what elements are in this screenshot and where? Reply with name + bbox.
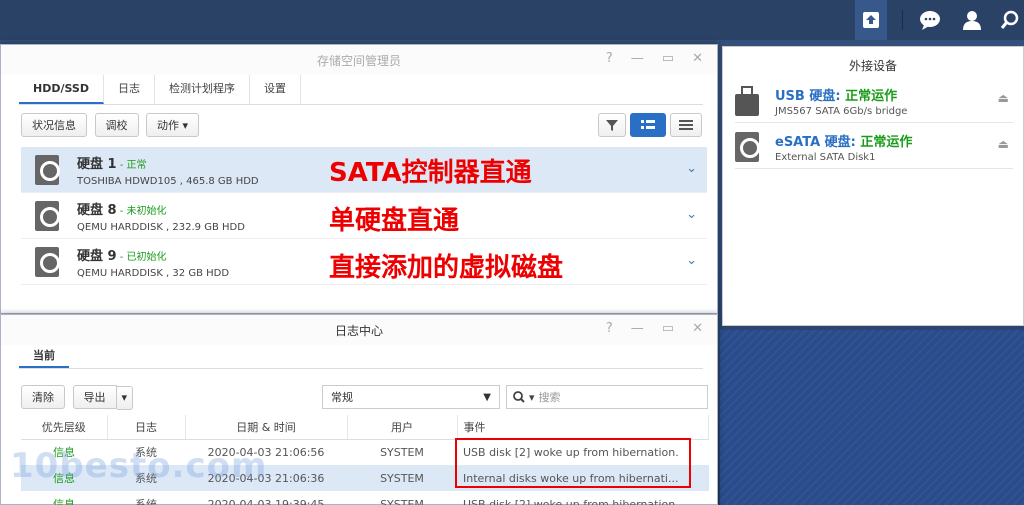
window-title-bar: 日志中心 ? — ▭ ✕ (1, 315, 717, 345)
panel-title: 外接设备 (848, 59, 897, 73)
close-icon[interactable]: ✕ (692, 51, 703, 66)
column-header[interactable]: 日期 & 时间 (185, 415, 348, 440)
external-device-row[interactable]: eSATA 硬盘: 正常运作 External SATA Disk1 ⏏ (735, 125, 1013, 169)
help-icon[interactable]: ? (606, 321, 613, 336)
hdd-icon (735, 131, 760, 162)
watermark: 10besto.com (10, 446, 268, 486)
tab-log[interactable]: 日志 (104, 74, 155, 104)
tab-hdd-ssd[interactable]: HDD/SSD (19, 74, 104, 104)
search-input[interactable]: ▾ 搜索 (506, 385, 708, 409)
clear-button[interactable]: 清除 (21, 385, 65, 409)
chevron-down-icon[interactable]: ⌄ (686, 161, 697, 176)
annotation-virtual-disk: 直接添加的虚拟磁盘 (329, 253, 564, 283)
eject-icon[interactable]: ⏏ (998, 137, 1009, 151)
column-header[interactable]: 日志 (107, 415, 186, 440)
action-button[interactable]: 动作 ▾ (146, 113, 200, 137)
export-dropdown-icon[interactable]: ▾ (116, 385, 134, 410)
column-header[interactable]: 事件 (457, 415, 709, 440)
eject-icon[interactable]: ⏏ (998, 91, 1009, 105)
tab-schedule[interactable]: 检测计划程序 (155, 74, 250, 104)
hdd-icon (35, 154, 60, 185)
detail-view-icon[interactable] (670, 113, 702, 137)
external-device-row[interactable]: USB 硬盘: 正常运作 JMS567 SATA 6Gb/s bridge ⏏ (735, 79, 1013, 123)
tab-settings[interactable]: 设置 (250, 74, 301, 104)
annotation-single-disk: 单硬盘直通 (329, 206, 460, 236)
external-devices-panel: 外接设备 USB 硬盘: 正常运作 JMS567 SATA 6Gb/s brid… (722, 46, 1024, 326)
maximize-icon[interactable]: ▭ (662, 51, 674, 66)
column-header[interactable]: 用户 (347, 415, 458, 440)
upload-icon[interactable] (859, 8, 883, 32)
annotation-sata-passthrough: SATA控制器直通 (329, 158, 532, 188)
view-toolbar (598, 113, 702, 137)
log-tabs: 当前 (19, 345, 703, 369)
hdd-icon (35, 246, 60, 277)
user-icon[interactable] (960, 8, 984, 32)
status-info-button[interactable]: 状况信息 (21, 113, 87, 137)
dropdown-arrow-icon: ▼ (483, 391, 491, 403)
filter-icon[interactable] (598, 113, 626, 137)
desktop-background (720, 330, 1024, 505)
log-filter-select[interactable]: 常规 ▼ (322, 385, 500, 409)
export-button[interactable]: 导出 (72, 385, 117, 409)
close-icon[interactable]: ✕ (692, 321, 703, 336)
taskbar (0, 0, 1024, 40)
tab-current[interactable]: 当前 (19, 344, 69, 368)
minimize-icon[interactable]: — (631, 51, 644, 66)
window-title: 日志中心 (334, 323, 383, 338)
storage-tabs: HDD/SSD 日志 检测计划程序 设置 (19, 74, 703, 105)
help-icon[interactable]: ? (606, 51, 613, 66)
search-icon (513, 391, 525, 403)
window-title-bar: 存储空间管理员 ? — ▭ ✕ (1, 45, 717, 75)
chat-icon[interactable] (918, 8, 942, 32)
maximize-icon[interactable]: ▭ (662, 321, 674, 336)
chevron-down-icon[interactable]: ⌄ (686, 253, 697, 268)
table-row[interactable]: 信息 系统 2020-04-03 19:39:45 SYSTEM USB dis… (21, 491, 709, 505)
hdd-icon (35, 200, 60, 231)
list-view-icon[interactable] (630, 113, 666, 137)
log-toolbar: 清除 导出 ▾ (21, 385, 134, 410)
storage-manager-window: 存储空间管理员 ? — ▭ ✕ HDD/SSD 日志 检测计划程序 设置 状况信… (0, 44, 718, 314)
storage-toolbar: 状况信息 调校 动作 ▾ (21, 113, 200, 137)
chevron-down-icon[interactable]: ⌄ (686, 207, 697, 222)
column-header[interactable]: 优先层级 (21, 415, 108, 440)
usb-drive-icon (735, 85, 759, 116)
minimize-icon[interactable]: — (631, 321, 644, 336)
window-title: 存储空间管理员 (316, 53, 401, 68)
tune-button[interactable]: 调校 (94, 113, 139, 137)
search-icon[interactable] (998, 8, 1022, 32)
